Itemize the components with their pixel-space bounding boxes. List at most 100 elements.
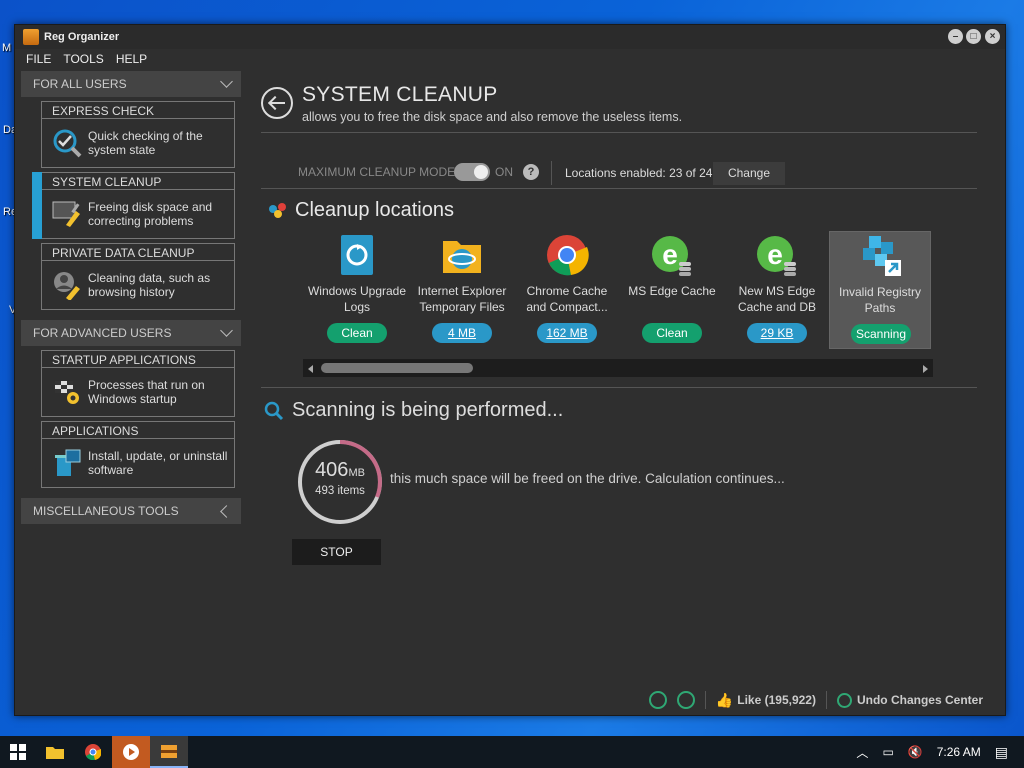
- maximize-button[interactable]: □: [966, 29, 981, 44]
- svg-text:e: e: [662, 239, 678, 270]
- section-label: MISCELLANEOUS TOOLS: [33, 504, 179, 518]
- tile-size-link[interactable]: 29 KB: [747, 323, 807, 343]
- taskbar-reg-organizer[interactable]: [150, 736, 188, 768]
- tile-windows-upgrade-logs[interactable]: Windows Upgrade Logs Clean: [306, 231, 408, 349]
- chevron-up-icon[interactable]: ︿: [856, 744, 868, 761]
- tile-label: Internet Explorer Temporary Files: [417, 284, 507, 314]
- map-pins-icon: [269, 202, 286, 218]
- title-bar[interactable]: Reg Organizer – □ ×: [15, 25, 1005, 49]
- section-for-advanced-users[interactable]: FOR ADVANCED USERS: [21, 320, 241, 346]
- horizontal-scrollbar[interactable]: [303, 359, 933, 377]
- divider: [261, 387, 977, 388]
- tile-label: Windows Upgrade Logs: [307, 284, 407, 314]
- items-count: 493 items: [315, 485, 365, 497]
- tile-size-link[interactable]: 4 MB: [432, 323, 492, 343]
- notifications-icon[interactable]: ▤: [995, 744, 1008, 761]
- chevron-down-icon: [220, 75, 233, 88]
- person-broom-icon: [52, 270, 82, 301]
- windows-logo-icon: [10, 744, 26, 760]
- start-button[interactable]: [0, 736, 36, 768]
- new-ms-edge-icon: e: [757, 236, 796, 276]
- sidebar-item-desc: Freeing disk space and correcting proble…: [88, 200, 213, 228]
- tile-label: Chrome Cache and Compact...: [526, 284, 608, 314]
- like-button[interactable]: 👍 Like (195,922): [716, 692, 816, 709]
- freed-space-value: 406MB: [297, 459, 383, 482]
- taskbar: ︿ ▭ 🔇 7:26 AM ▤: [0, 736, 1024, 768]
- sidebar-item-desc: Install, update, or uninstall software: [88, 449, 228, 477]
- tile-size-link[interactable]: 162 MB: [537, 323, 597, 343]
- sidebar-item-system-cleanup[interactable]: SYSTEM CLEANUP Freeing disk space and co…: [32, 172, 235, 239]
- cleanup-locations-header: Cleanup locations: [267, 199, 454, 222]
- taskbar-chrome[interactable]: [74, 736, 112, 768]
- help-icon[interactable]: ?: [523, 164, 539, 180]
- registry-cubes-icon: [863, 236, 901, 276]
- menu-tools[interactable]: TOOLS: [63, 52, 103, 66]
- clock[interactable]: 7:26 AM: [937, 745, 981, 759]
- reg-organizer-logo-icon: [23, 29, 39, 45]
- divider: [825, 691, 827, 709]
- tile-internet-explorer-temporary-files[interactable]: Internet Explorer Temporary Files 4 MB: [411, 231, 513, 349]
- stop-button[interactable]: STOP: [292, 539, 381, 565]
- chrome-icon: [85, 744, 101, 760]
- scanning-header: Scanning is being performed...: [264, 399, 563, 422]
- chrome-icon: [547, 235, 589, 276]
- chevron-down-icon: [220, 324, 233, 337]
- section-miscellaneous-tools[interactable]: MISCELLANEOUS TOOLS: [21, 498, 241, 524]
- scan-description: this much space will be freed on the dri…: [390, 471, 785, 486]
- window-title: Reg Organizer: [44, 31, 120, 43]
- sidebar-item-title: EXPRESS CHECK: [42, 102, 234, 119]
- sidebar-item-startup-applications[interactable]: STARTUP APPLICATIONS Processes that run …: [41, 350, 235, 417]
- sidebar-item-express-check[interactable]: EXPRESS CHECK Quick checking of the syst…: [41, 101, 235, 168]
- tile-label: New MS Edge Cache and DB: [737, 284, 817, 314]
- section-for-all-users[interactable]: FOR ALL USERS: [21, 71, 241, 97]
- scan-progress-ring: [298, 440, 382, 524]
- sidebar-item-desc: Cleaning data, such as browsing history: [88, 271, 211, 299]
- tile-invalid-registry-paths[interactable]: Invalid Registry Paths Scanning: [829, 231, 931, 349]
- back-arrow-icon: [270, 102, 285, 104]
- minimize-button[interactable]: –: [948, 29, 963, 44]
- page-subtitle: allows you to free the disk space and al…: [302, 110, 683, 124]
- section-label: FOR ALL USERS: [33, 77, 127, 91]
- main-panel: SYSTEM CLEANUP allows you to free the di…: [261, 81, 991, 681]
- freed-space-unit: MB: [348, 467, 365, 479]
- box-trash-icon: [52, 448, 82, 478]
- scrollbar-thumb[interactable]: [321, 363, 473, 373]
- volume-muted-icon[interactable]: 🔇: [908, 745, 923, 759]
- internet-explorer-icon: [443, 241, 481, 273]
- headset-icon[interactable]: [676, 691, 695, 709]
- divider: [261, 188, 977, 189]
- folder-icon: [46, 747, 64, 759]
- close-button[interactable]: ×: [985, 29, 1000, 44]
- hexagon-icon[interactable]: [648, 691, 667, 709]
- tile-ms-edge-cache[interactable]: e MS Edge Cache Clean: [621, 231, 723, 349]
- taskbar-file-explorer[interactable]: [36, 736, 74, 768]
- scroll-left-icon[interactable]: [308, 365, 313, 373]
- status-bar: 👍 Like (195,922) Undo Changes Center: [15, 685, 1005, 715]
- sidebar-item-applications[interactable]: APPLICATIONS Install, update, or uninsta…: [41, 421, 235, 488]
- menu-bar: FILE TOOLS HELP: [15, 49, 1005, 69]
- menu-file[interactable]: FILE: [26, 52, 51, 66]
- svg-text:e: e: [767, 239, 783, 270]
- desktop-icon-label[interactable]: M: [2, 42, 11, 54]
- magnifier-check-icon: [52, 128, 82, 158]
- change-button[interactable]: Change: [713, 162, 785, 185]
- sidebar-item-title: STARTUP APPLICATIONS: [42, 351, 234, 368]
- tile-status-badge: Scanning: [851, 324, 911, 344]
- taskbar-media-player[interactable]: [112, 736, 150, 768]
- sidebar-item-title: PRIVATE DATA CLEANUP: [42, 244, 234, 261]
- network-icon[interactable]: ▭: [882, 745, 893, 759]
- undo-changes-center-button[interactable]: Undo Changes Center: [836, 692, 983, 708]
- page-title: SYSTEM CLEANUP: [302, 83, 498, 106]
- search-icon: [264, 401, 284, 420]
- cleanup-locations-title: Cleanup locations: [295, 199, 454, 221]
- max-cleanup-mode-toggle[interactable]: [454, 163, 490, 181]
- tile-new-ms-edge-cache[interactable]: e New MS Edge Cache and DB 29 KB: [726, 231, 828, 349]
- back-button[interactable]: [261, 87, 293, 119]
- tile-chrome-cache[interactable]: Chrome Cache and Compact... 162 MB: [516, 231, 618, 349]
- tile-label: MS Edge Cache: [628, 284, 716, 298]
- menu-help[interactable]: HELP: [116, 52, 147, 66]
- sidebar-item-private-data-cleanup[interactable]: PRIVATE DATA CLEANUP Cleaning data, such…: [41, 243, 235, 310]
- scroll-right-icon[interactable]: [923, 365, 928, 373]
- divider: [261, 132, 977, 133]
- tile-label: Invalid Registry Paths: [838, 285, 922, 315]
